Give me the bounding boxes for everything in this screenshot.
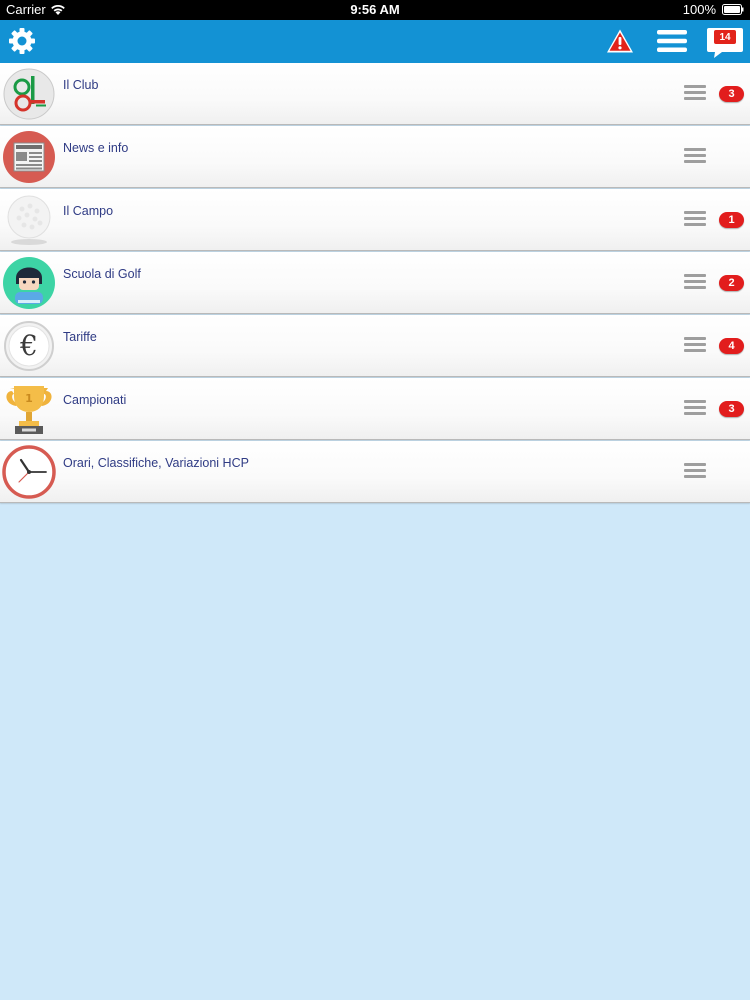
- list-item-label: Campionati: [63, 393, 127, 407]
- battery-icon: [722, 4, 744, 15]
- messages-count: 14: [719, 32, 731, 43]
- battery-percent: 100%: [682, 2, 716, 17]
- status-bar: Carrier 9:56 AM 100%: [0, 0, 750, 20]
- list-item-news-e-info[interactable]: News e info: [0, 126, 750, 188]
- list-item-il-club[interactable]: Il Club 3: [0, 63, 750, 125]
- euro-coin-icon: €: [4, 321, 54, 371]
- club-logo-icon: [3, 68, 55, 120]
- list-item-campionati[interactable]: 1 Campionati 3: [0, 378, 750, 440]
- newspaper-icon: [3, 131, 55, 183]
- list-item-label: Il Club: [63, 78, 99, 92]
- drag-handle-icon[interactable]: [684, 85, 706, 101]
- list-item-label: News e info: [63, 141, 129, 155]
- clock-time: 9:56 AM: [350, 2, 400, 17]
- list-item-label: Scuola di Golf: [63, 267, 141, 281]
- drag-handle-icon[interactable]: [684, 274, 706, 290]
- drag-handle-icon[interactable]: [684, 337, 706, 353]
- warning-triangle-icon[interactable]: [606, 28, 634, 54]
- list-item-label: Orari, Classifiche, Variazioni HCP: [63, 456, 249, 470]
- golf-ball-icon: [7, 195, 51, 245]
- menu-list: Il Club 3 News e info Il Campo 1 Scuola …: [0, 63, 750, 504]
- trophy-icon: 1: [6, 386, 52, 434]
- list-item-label: Tariffe: [63, 330, 97, 344]
- list-item-orari-classifiche[interactable]: Orari, Classifiche, Variazioni HCP: [0, 441, 750, 503]
- drag-handle-icon[interactable]: [684, 148, 706, 164]
- clock-icon: [2, 445, 56, 499]
- list-item-label: Il Campo: [63, 204, 114, 218]
- notification-badge: 2: [719, 275, 744, 291]
- drag-handle-icon[interactable]: [684, 463, 706, 479]
- student-avatar-icon: [3, 257, 55, 309]
- notification-badge: 1: [719, 212, 744, 228]
- notification-badge: 3: [719, 86, 744, 102]
- hamburger-menu-icon[interactable]: [656, 29, 688, 53]
- svg-text:1: 1: [25, 392, 33, 405]
- messages-button[interactable]: 14: [706, 26, 744, 60]
- top-toolbar: 14: [0, 20, 750, 63]
- list-item-il-campo[interactable]: Il Campo 1: [0, 189, 750, 251]
- drag-handle-icon[interactable]: [684, 211, 706, 227]
- svg-text:€: €: [19, 329, 38, 362]
- drag-handle-icon[interactable]: [684, 400, 706, 416]
- notification-badge: 3: [719, 401, 744, 417]
- gear-icon[interactable]: [8, 27, 36, 55]
- list-item-tariffe[interactable]: € Tariffe 4: [0, 315, 750, 377]
- list-item-scuola-di-golf[interactable]: Scuola di Golf 2: [0, 252, 750, 314]
- notification-badge: 4: [719, 338, 744, 354]
